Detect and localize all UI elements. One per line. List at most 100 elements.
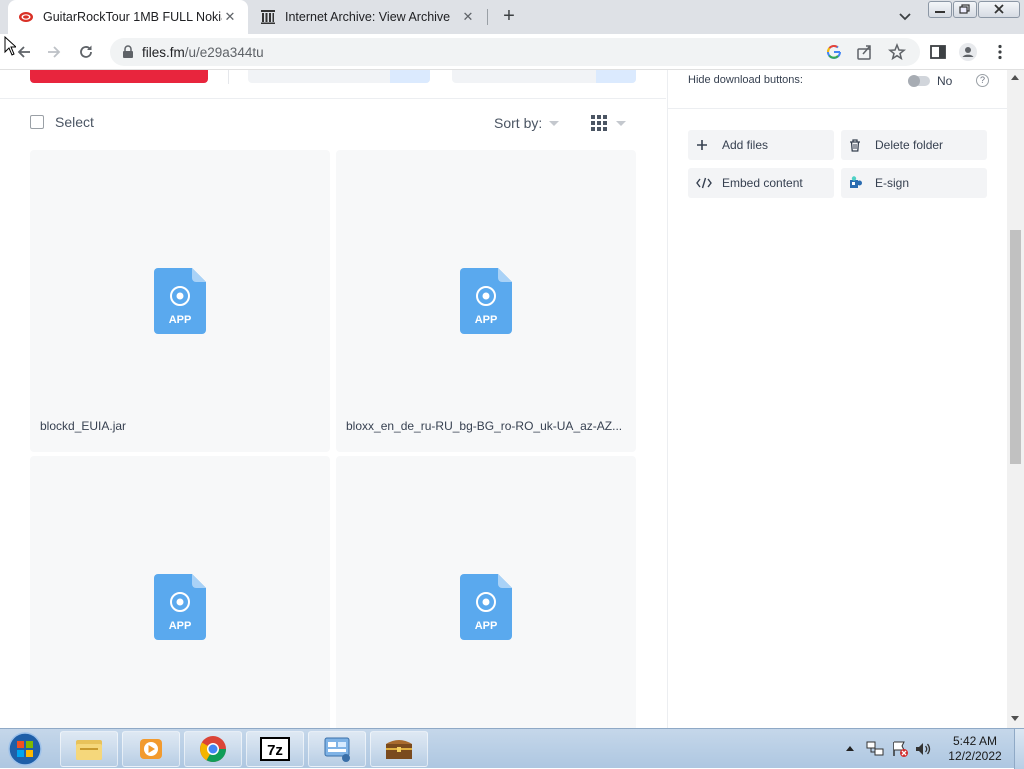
app-file-icon: APP	[154, 574, 206, 640]
scroll-down-icon[interactable]	[1011, 716, 1019, 721]
share-icon[interactable]	[856, 43, 874, 61]
restore-button[interactable]	[953, 1, 977, 18]
help-icon[interactable]: ?	[976, 74, 989, 87]
tab-internet-archive[interactable]: Internet Archive: View Archive ✕	[250, 0, 486, 34]
delete-folder-button[interactable]: Delete folder	[841, 130, 987, 160]
app-file-icon: APP	[154, 268, 206, 334]
app-label: APP	[475, 620, 498, 632]
taskbar-media-player[interactable]	[122, 731, 180, 767]
media-player-icon	[140, 739, 162, 759]
chrome-icon	[200, 736, 227, 763]
close-tab-icon[interactable]: ✕	[222, 9, 238, 25]
delete-folder-label: Delete folder	[875, 138, 944, 152]
forward-icon[interactable]	[44, 42, 64, 62]
toggle-value: No	[937, 74, 953, 88]
embed-content-button[interactable]: Embed content	[688, 168, 834, 198]
view-caret-icon[interactable]	[616, 121, 626, 126]
grid-view-icon[interactable]	[591, 115, 607, 131]
embed-content-label: Embed content	[722, 176, 803, 190]
address-bar[interactable]: files.fm/u/e29a344tu	[110, 38, 920, 66]
add-files-button[interactable]: Add files	[688, 130, 834, 160]
divider	[0, 98, 666, 99]
show-hidden-icons-icon[interactable]	[845, 744, 855, 752]
svg-text:7z: 7z	[267, 742, 283, 759]
toolbar-button-accent	[596, 70, 636, 83]
file-name[interactable]: blockd_EUIA.jar	[40, 419, 320, 433]
upload-button[interactable]	[30, 70, 208, 83]
action-center-icon[interactable]	[891, 740, 909, 758]
file-card[interactable]: APP blockd_EUIA.jar	[30, 150, 330, 452]
url-host: files.fm	[142, 45, 185, 60]
red-oval-icon	[19, 12, 33, 22]
e-sign-label: E-sign	[875, 176, 910, 190]
app-file-icon: APP	[460, 268, 512, 334]
minimize-icon	[935, 11, 945, 13]
tab-guitarrocktour[interactable]: GuitarRockTour 1MB FULL Nokia ✕	[8, 0, 248, 34]
scrollbar-thumb[interactable]	[1010, 230, 1021, 464]
plus-icon	[697, 140, 707, 150]
close-icon	[994, 4, 1004, 14]
select-all-checkbox[interactable]	[30, 115, 44, 129]
minimize-button[interactable]	[928, 1, 952, 18]
new-tab-button[interactable]: +	[499, 6, 519, 28]
taskbar-game[interactable]	[370, 731, 428, 767]
file-browser: Select Sort by: APP blockd_EUIA.jar APP …	[0, 70, 666, 728]
google-icon[interactable]	[825, 43, 843, 61]
side-panel-icon[interactable]	[928, 42, 948, 62]
sort-caret-icon[interactable]	[549, 121, 559, 126]
app-file-icon: APP	[460, 574, 512, 640]
taskbar-chrome[interactable]	[184, 731, 242, 767]
volume-icon[interactable]	[914, 740, 932, 758]
show-desktop-button[interactable]	[1014, 729, 1024, 769]
back-icon[interactable]	[14, 42, 34, 62]
close-tab-icon[interactable]: ✕	[460, 9, 476, 25]
close-window-button[interactable]	[978, 1, 1020, 18]
tab-title: Internet Archive: View Archive	[285, 10, 451, 24]
7zip-icon: 7z	[260, 737, 290, 761]
file-card[interactable]: APP bloxx_en_de_ru-RU_bg-BG_ro-RO_uk-UA_…	[336, 150, 636, 452]
app-label: APP	[169, 314, 192, 326]
taskbar-control-panel[interactable]	[308, 731, 366, 767]
divider	[228, 70, 229, 84]
explorer-icon	[76, 740, 102, 760]
file-card[interactable]: APP	[30, 456, 330, 728]
tab-title: GuitarRockTour 1MB FULL Nokia	[43, 10, 222, 24]
clock-time: 5:42 AM	[952, 734, 998, 748]
tab-separator	[487, 9, 488, 25]
hide-download-toggle[interactable]	[908, 75, 930, 87]
taskbar-7zip[interactable]: 7z	[246, 731, 304, 767]
reload-icon[interactable]	[76, 42, 96, 62]
divider	[668, 108, 1008, 109]
lock-icon	[123, 45, 133, 58]
page-content: Select Sort by: APP blockd_EUIA.jar APP …	[0, 70, 1024, 728]
code-icon	[696, 177, 712, 189]
star-bookmark-icon[interactable]	[888, 43, 906, 61]
select-label: Select	[55, 114, 94, 130]
app-label: APP	[475, 314, 498, 326]
e-sign-button[interactable]: E-sign	[841, 168, 987, 198]
file-name[interactable]: bloxx_en_de_ru-RU_bg-BG_ro-RO_uk-UA_az-A…	[346, 419, 626, 433]
menu-dots-icon[interactable]	[990, 42, 1010, 62]
start-button-icon[interactable]	[6, 731, 44, 767]
windows-taskbar: 7z 5:42 AM 12/2/2022	[0, 728, 1024, 769]
network-icon[interactable]	[866, 740, 884, 758]
chevron-down-icon[interactable]	[896, 8, 914, 26]
scroll-up-icon[interactable]	[1011, 75, 1019, 80]
page-scrollbar[interactable]	[1007, 70, 1024, 728]
url-path: /u/e29a344tu	[184, 45, 264, 60]
profile-avatar-icon[interactable]	[958, 42, 978, 62]
add-files-label: Add files	[722, 138, 769, 152]
puzzle-icon	[850, 176, 862, 188]
file-card[interactable]: APP	[336, 456, 636, 728]
system-clock[interactable]: 5:42 AM 12/2/2022	[940, 734, 1010, 764]
game-chest-icon	[386, 740, 412, 759]
sort-by-dropdown[interactable]: Sort by:	[494, 115, 542, 131]
clock-date: 12/2/2022	[948, 749, 1002, 763]
archive-building-icon	[261, 10, 275, 24]
taskbar-explorer[interactable]	[60, 731, 118, 767]
control-panel-icon	[324, 737, 350, 762]
trash-icon	[850, 138, 860, 152]
browser-toolbar: files.fm/u/e29a344tu	[0, 34, 1024, 70]
select-all[interactable]: Select	[30, 114, 94, 130]
app-label: APP	[169, 620, 192, 632]
